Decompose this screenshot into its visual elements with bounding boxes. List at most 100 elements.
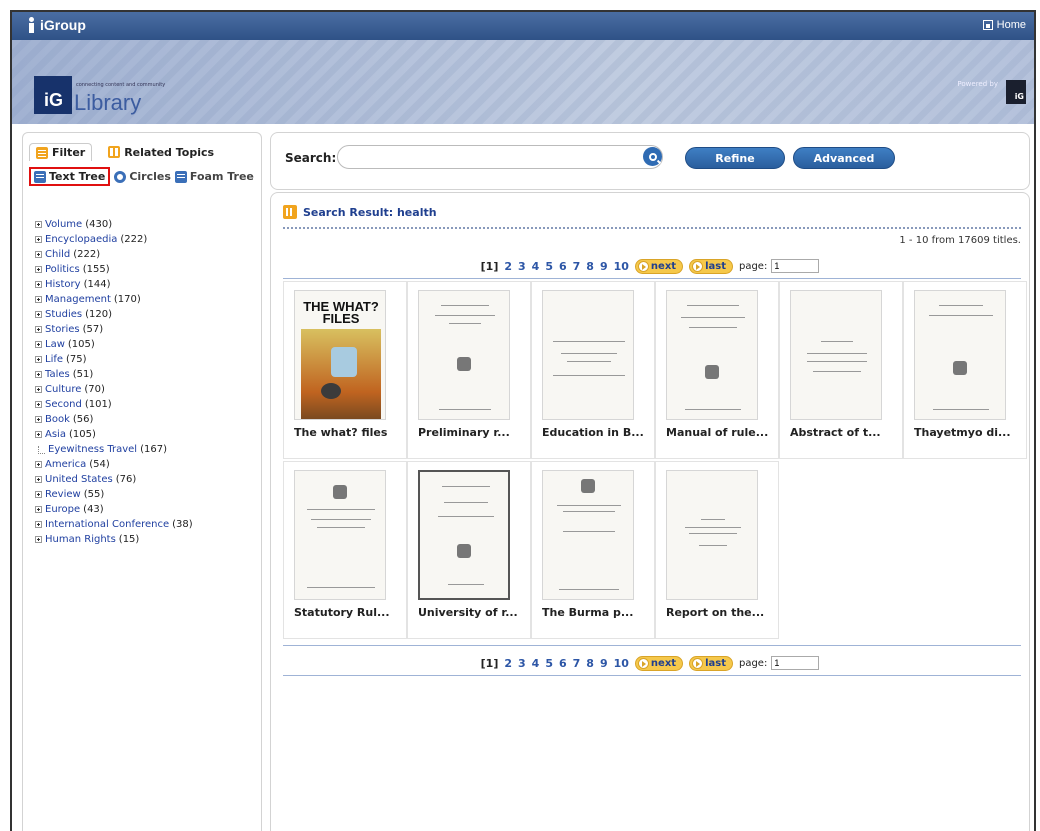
expand-icon[interactable] xyxy=(35,371,42,378)
tree-node-label[interactable]: Europe xyxy=(45,502,80,517)
tree-node[interactable]: Child (222) xyxy=(35,247,261,262)
tree-node-label[interactable]: Studies xyxy=(45,307,82,322)
tree-node[interactable]: History (144) xyxy=(35,277,261,292)
result-card[interactable]: Abstract of t... xyxy=(779,281,903,459)
tree-node[interactable]: Europe (43) xyxy=(35,502,261,517)
page-link[interactable]: 6 xyxy=(559,657,567,670)
result-card[interactable]: Statutory Rul... xyxy=(283,461,407,639)
result-title[interactable]: Preliminary r... xyxy=(418,426,528,439)
tree-node-label[interactable]: Human Rights xyxy=(45,532,116,547)
tree-node-label[interactable]: Law xyxy=(45,337,65,352)
expand-icon[interactable] xyxy=(35,311,42,318)
result-title[interactable]: Manual of rule... xyxy=(666,426,776,439)
tree-node-label[interactable]: Book xyxy=(45,412,70,427)
result-card[interactable]: Report on the... xyxy=(655,461,779,639)
result-card[interactable]: Preliminary r... xyxy=(407,281,531,459)
view-circles[interactable]: Circles xyxy=(114,170,171,183)
expand-icon[interactable] xyxy=(35,491,42,498)
expand-icon[interactable] xyxy=(35,416,42,423)
tree-node-label[interactable]: Encyclopaedia xyxy=(45,232,117,247)
expand-icon[interactable] xyxy=(35,476,42,483)
tree-node[interactable]: Culture (70) xyxy=(35,382,261,397)
expand-icon[interactable] xyxy=(35,236,42,243)
last-button[interactable]: last xyxy=(689,655,733,671)
expand-icon[interactable] xyxy=(35,461,42,468)
result-title[interactable]: Education in B... xyxy=(542,426,652,439)
page-link[interactable]: 10 xyxy=(614,260,629,273)
advanced-button[interactable]: Advanced xyxy=(793,147,895,169)
tree-node-leaf[interactable]: Eyewitness Travel (167) xyxy=(35,442,261,457)
expand-icon[interactable] xyxy=(35,536,42,543)
next-button[interactable]: next xyxy=(634,655,684,671)
expand-icon[interactable] xyxy=(35,221,42,228)
tree-node[interactable]: Encyclopaedia (222) xyxy=(35,232,261,247)
expand-icon[interactable] xyxy=(35,266,42,273)
page-link[interactable]: 6 xyxy=(559,260,567,273)
result-title[interactable]: The Burma p... xyxy=(542,606,652,619)
result-card[interactable]: University of r... xyxy=(407,461,531,639)
expand-icon[interactable] xyxy=(35,386,42,393)
result-card[interactable]: Thayetmyo di... xyxy=(903,281,1027,459)
book-cover[interactable] xyxy=(666,290,758,420)
tree-node[interactable]: America (54) xyxy=(35,457,261,472)
result-title[interactable]: The what? files xyxy=(294,426,404,439)
result-card[interactable]: THE WHAT? FILES The what? files xyxy=(283,281,407,459)
tree-node-label[interactable]: History xyxy=(45,277,81,292)
tree-node[interactable]: Volume (430) xyxy=(35,217,261,232)
tree-node[interactable]: International Conference (38) xyxy=(35,517,261,532)
view-foam-tree[interactable]: Foam Tree xyxy=(174,170,254,183)
page-link[interactable]: 8 xyxy=(586,260,594,273)
next-button[interactable]: next xyxy=(634,258,684,274)
expand-icon[interactable] xyxy=(35,431,42,438)
tree-node[interactable]: Stories (57) xyxy=(35,322,261,337)
tree-node-label[interactable]: Life xyxy=(45,352,63,367)
tree-node[interactable]: Book (56) xyxy=(35,412,261,427)
page-link[interactable]: 7 xyxy=(573,260,581,273)
expand-icon[interactable] xyxy=(35,506,42,513)
page-link[interactable]: 4 xyxy=(532,260,540,273)
tree-node-label[interactable]: Second xyxy=(45,397,82,412)
tree-node[interactable]: United States (76) xyxy=(35,472,261,487)
search-input[interactable] xyxy=(337,145,663,169)
page-link[interactable]: 5 xyxy=(545,657,553,670)
search-button[interactable] xyxy=(643,147,662,166)
tab-related-topics[interactable]: Related Topics xyxy=(102,144,220,161)
page-link[interactable]: 7 xyxy=(573,657,581,670)
tree-node-label[interactable]: United States xyxy=(45,472,113,487)
expand-icon[interactable] xyxy=(35,251,42,258)
tree-node[interactable]: Second (101) xyxy=(35,397,261,412)
tab-filter[interactable]: Filter xyxy=(29,143,93,161)
expand-icon[interactable] xyxy=(35,341,42,348)
book-cover[interactable] xyxy=(542,470,634,600)
tree-node-label[interactable]: Stories xyxy=(45,322,80,337)
expand-icon[interactable] xyxy=(35,326,42,333)
page-link[interactable]: 3 xyxy=(518,657,526,670)
result-title[interactable]: Thayetmyo di... xyxy=(914,426,1024,439)
book-cover[interactable] xyxy=(914,290,1006,420)
tree-node[interactable]: Politics (155) xyxy=(35,262,261,277)
tree-node-label[interactable]: Volume xyxy=(45,217,82,232)
expand-icon[interactable] xyxy=(35,521,42,528)
result-card[interactable]: Manual of rule... xyxy=(655,281,779,459)
tree-node-label[interactable]: Politics xyxy=(45,262,80,277)
tree-node[interactable]: Law (105) xyxy=(35,337,261,352)
book-cover[interactable] xyxy=(294,470,386,600)
book-cover[interactable] xyxy=(666,470,758,600)
tree-node[interactable]: Asia (105) xyxy=(35,427,261,442)
ig-library-logo[interactable]: iG connecting content and community Libr… xyxy=(34,60,194,116)
page-link[interactable]: 2 xyxy=(504,657,512,670)
home-link[interactable]: Home xyxy=(982,19,1026,31)
page-link[interactable]: 8 xyxy=(586,657,594,670)
tree-node[interactable]: Tales (51) xyxy=(35,367,261,382)
page-link[interactable]: 10 xyxy=(614,657,629,670)
page-input[interactable] xyxy=(771,656,820,670)
result-title[interactable]: Report on the... xyxy=(666,606,776,619)
page-link[interactable]: 9 xyxy=(600,260,608,273)
tree-node-label[interactable]: Management xyxy=(45,292,111,307)
brand[interactable]: iGroup xyxy=(26,17,86,33)
tree-node[interactable]: Studies (120) xyxy=(35,307,261,322)
tree-node-label[interactable]: Eyewitness Travel xyxy=(48,442,137,457)
expand-icon[interactable] xyxy=(35,281,42,288)
page-input[interactable] xyxy=(771,259,820,273)
tree-node[interactable]: Management (170) xyxy=(35,292,261,307)
